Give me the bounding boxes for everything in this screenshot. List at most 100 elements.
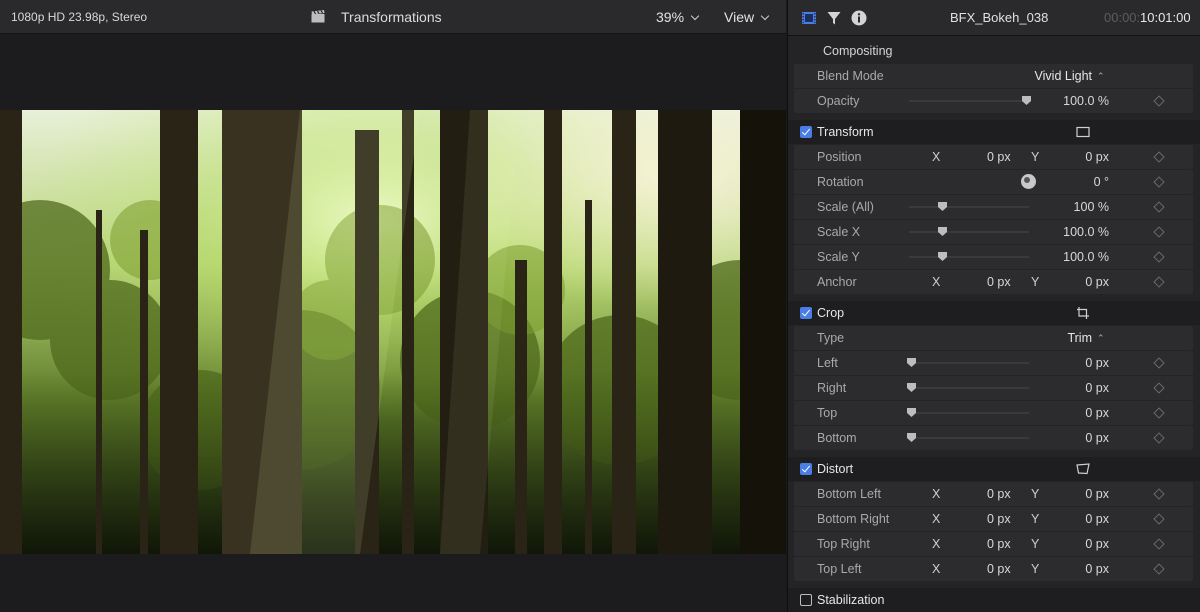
x-label: X [932,562,941,576]
param-label: Scale (All) [817,200,874,214]
blend-mode-popup[interactable]: Vivid Light ⌃ [1034,69,1105,83]
crop-onscreen-icon[interactable] [1076,307,1090,319]
slider-thumb[interactable] [907,383,916,392]
crop-right-slider[interactable] [907,383,1029,392]
distort-checkbox[interactable] [800,463,812,475]
scale-all-slider[interactable] [909,202,1029,211]
viewer-header: 1080p HD 23.98p, Stereo Transformations … [0,0,786,34]
keyframe-icon[interactable] [1153,432,1165,444]
slider-thumb[interactable] [938,202,947,211]
param-label: Position [817,150,862,164]
position-row: Position X 0 px Y 0 px [794,145,1193,169]
updown-chevron-icon: ⌃ [1097,333,1105,343]
crop-top-value[interactable]: 0 px [1085,406,1109,420]
info-icon[interactable] [851,10,867,26]
distort-onscreen-icon[interactable] [1076,463,1090,475]
clip-name: BFX_Bokeh_038 [950,10,1049,25]
scale-y-slider[interactable] [909,252,1029,261]
keyframe-icon[interactable] [1153,251,1165,263]
bottom-right-row: Bottom Right X 0 px Y 0 px [794,507,1193,531]
param-label: Bottom Left [817,487,881,501]
keyframe-icon[interactable] [1153,357,1165,369]
top-left-y-value[interactable]: 0 px [1085,562,1109,576]
crop-left-value[interactable]: 0 px [1085,356,1109,370]
param-label: Type [817,331,845,345]
keyframe-icon[interactable] [1153,226,1165,238]
bottom-left-y-value[interactable]: 0 px [1085,487,1109,501]
param-label: Bottom Right [817,512,890,526]
scale-y-value[interactable]: 100.0 % [1063,250,1109,264]
transform-checkbox[interactable] [800,126,812,138]
zoom-menu[interactable]: 39% [656,9,700,25]
x-label: X [932,150,941,164]
crop-left-row: Left 0 px [794,351,1193,375]
transform-section[interactable]: Transform [788,120,1200,144]
transform-onscreen-icon[interactable] [1076,126,1090,138]
slider-thumb[interactable] [907,408,916,417]
crop-bottom-value[interactable]: 0 px [1085,431,1109,445]
inspector-header: BFX_Bokeh_038 00:00: 10:01:00 [788,0,1200,36]
view-menu[interactable]: View [724,9,770,25]
bottom-right-x-value[interactable]: 0 px [987,512,1011,526]
keyframe-icon[interactable] [1153,95,1165,107]
keyframe-icon[interactable] [1153,382,1165,394]
keyframe-icon[interactable] [1153,488,1165,500]
slider-thumb[interactable] [907,358,916,367]
bottom-left-row: Bottom Left X 0 px Y 0 px [794,482,1193,506]
anchor-x-value[interactable]: 0 px [987,275,1011,289]
keyframe-icon[interactable] [1153,276,1165,288]
keyframe-icon[interactable] [1153,201,1165,213]
blend-mode-value: Vivid Light [1034,69,1092,83]
rotation-value[interactable]: 0 ° [1094,175,1109,189]
rotation-dial[interactable] [1021,174,1036,189]
keyframe-icon[interactable] [1153,513,1165,525]
keyframe-icon[interactable] [1153,538,1165,550]
y-label: Y [1031,562,1040,576]
top-right-x-value[interactable]: 0 px [987,537,1011,551]
compositing-section[interactable]: Compositing [794,39,1193,63]
top-left-x-value[interactable]: 0 px [987,562,1011,576]
scale-x-value[interactable]: 100.0 % [1063,225,1109,239]
filter-icon[interactable] [826,10,842,26]
opacity-value[interactable]: 100.0 % [1063,94,1109,108]
video-frame[interactable] [0,110,786,554]
stabilization-section[interactable]: Stabilization [788,588,1200,612]
slider-thumb[interactable] [938,252,947,261]
view-label: View [724,9,755,25]
slider-thumb[interactable] [907,433,916,442]
timecode-prefix: 00:00: [1104,10,1141,25]
inspector-panel: BFX_Bokeh_038 00:00: 10:01:00 Compositin… [787,0,1200,612]
y-label: Y [1031,537,1040,551]
film-icon[interactable] [801,10,817,26]
crop-left-slider[interactable] [907,358,1029,367]
crop-section[interactable]: Crop [788,301,1200,325]
crop-top-slider[interactable] [907,408,1029,417]
slider-thumb[interactable] [938,227,947,236]
slider-thumb[interactable] [1022,96,1031,105]
y-label: Y [1031,512,1040,526]
crop-type-popup[interactable]: Trim ⌃ [1067,331,1105,345]
keyframe-icon[interactable] [1153,407,1165,419]
project-title: Transformations [341,9,442,25]
scale-x-slider[interactable] [909,227,1029,236]
crop-right-value[interactable]: 0 px [1085,381,1109,395]
keyframe-icon[interactable] [1153,151,1165,163]
bottom-right-y-value[interactable]: 0 px [1085,512,1109,526]
zoom-value: 39% [656,9,685,25]
anchor-y-value[interactable]: 0 px [1085,275,1109,289]
crop-bottom-slider[interactable] [907,433,1029,442]
scale-all-value[interactable]: 100 % [1074,200,1109,214]
keyframe-icon[interactable] [1153,563,1165,575]
opacity-slider[interactable] [909,96,1031,105]
top-right-y-value[interactable]: 0 px [1085,537,1109,551]
bottom-left-x-value[interactable]: 0 px [987,487,1011,501]
crop-checkbox[interactable] [800,307,812,319]
crop-right-row: Right 0 px [794,376,1193,400]
keyframe-icon[interactable] [1153,176,1165,188]
position-y-value[interactable]: 0 px [1085,150,1109,164]
viewer-letterbox-bottom [0,554,786,612]
distort-section[interactable]: Distort [788,457,1200,481]
param-label: Anchor [817,275,857,289]
position-x-value[interactable]: 0 px [987,150,1011,164]
stabilization-checkbox[interactable] [800,594,812,606]
